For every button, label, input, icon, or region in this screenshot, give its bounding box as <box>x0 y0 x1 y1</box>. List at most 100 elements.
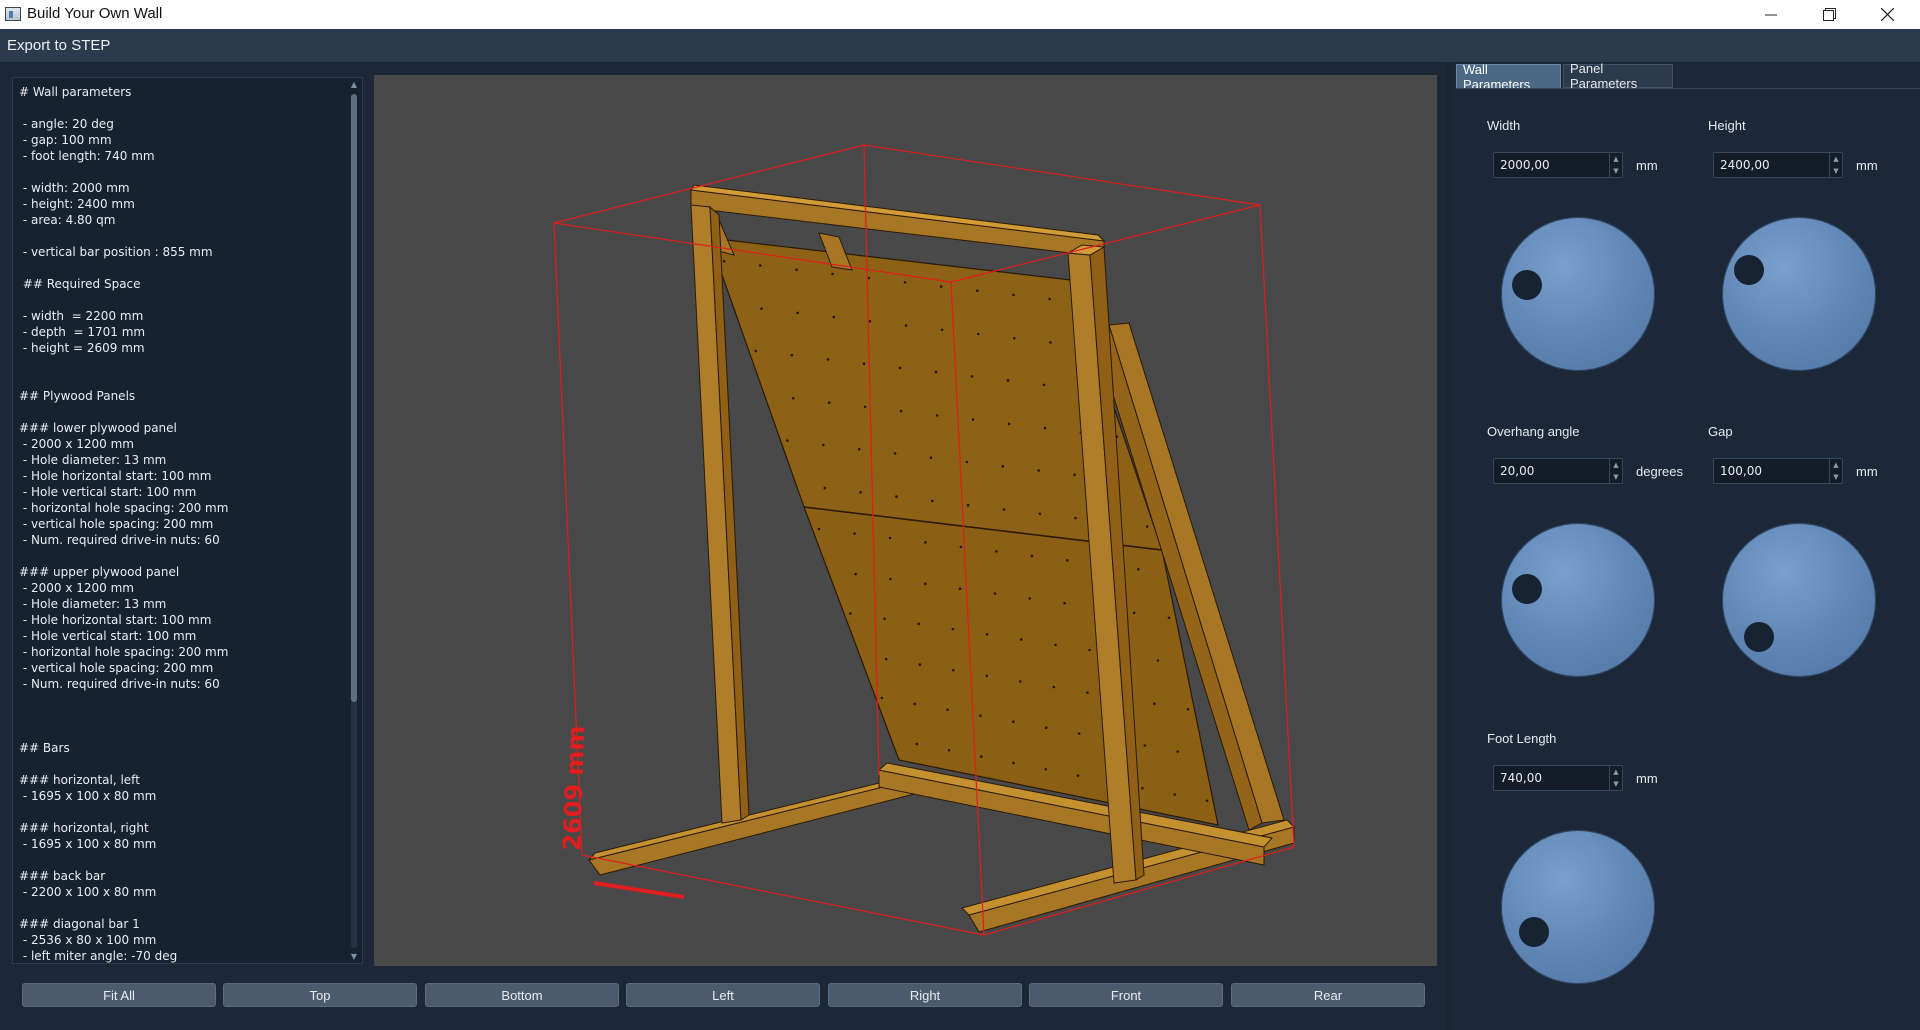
panel-hole <box>1086 691 1089 694</box>
panel-hole <box>831 272 834 276</box>
gap-increment-icon[interactable]: ▲ <box>1830 459 1842 471</box>
panel-hole <box>849 612 852 615</box>
scrollbar-thumb[interactable] <box>351 94 357 702</box>
info-scrollbar[interactable]: ▲ ▼ <box>348 80 360 962</box>
restore-icon[interactable] <box>1800 0 1858 29</box>
foot-length-decrement-icon[interactable]: ▼ <box>1610 778 1622 790</box>
panel-hole <box>1043 426 1047 430</box>
foot-length-dial[interactable] <box>1501 830 1655 984</box>
panel-hole <box>822 443 825 447</box>
info-line <box>19 756 349 772</box>
panel-hole <box>1088 648 1091 652</box>
view-rear-button[interactable]: Rear <box>1231 983 1425 1007</box>
angle-spinbox[interactable]: 20,00 ▲ ▼ <box>1493 458 1623 484</box>
panel-hole <box>1145 525 1149 528</box>
gap-dial-knob[interactable] <box>1744 622 1774 652</box>
panel-hole <box>1156 659 1160 662</box>
angle-dial[interactable] <box>1501 523 1655 677</box>
panel-hole <box>853 532 856 535</box>
angle-decrement-icon[interactable]: ▼ <box>1610 471 1622 483</box>
panel-hole <box>867 276 871 280</box>
panel-hole <box>1044 767 1048 771</box>
tab-wall-parameters[interactable]: Wall Parameters <box>1456 62 1561 92</box>
info-line: - Hole horizontal start: 100 mm <box>19 613 212 627</box>
info-line: ## Bars <box>19 741 70 755</box>
panel-hole <box>1141 786 1144 790</box>
panel-hole <box>1153 702 1156 705</box>
view-right-button[interactable]: Right <box>828 983 1022 1007</box>
left-foot-bar-top <box>587 773 918 861</box>
panel-hole <box>759 264 762 267</box>
scroll-up-icon[interactable]: ▲ <box>348 80 360 90</box>
foot-length-increment-icon[interactable]: ▲ <box>1610 766 1622 778</box>
view-fit-all-button[interactable]: Fit All <box>22 983 216 1007</box>
panel-hole <box>1044 726 1048 729</box>
splitter-handle[interactable] <box>1446 62 1452 1030</box>
panel-hole <box>1205 799 1209 803</box>
info-line: - Hole vertical start: 100 mm <box>19 485 197 499</box>
panel-hole <box>1001 465 1005 468</box>
height-value: 2400,00 <box>1720 158 1770 172</box>
foot-length-dial-knob[interactable] <box>1519 917 1549 947</box>
panel-hole <box>1073 473 1076 477</box>
height-increment-icon[interactable]: ▲ <box>1830 153 1842 165</box>
menu-bar: Export to STEP <box>0 29 1920 62</box>
angle-dial-knob[interactable] <box>1512 574 1542 604</box>
info-text-panel[interactable]: # Wall parameters - angle: 20 deg - gap:… <box>12 77 363 964</box>
panel-hole <box>918 663 922 666</box>
close-icon[interactable] <box>1858 0 1916 29</box>
info-line <box>19 260 349 276</box>
panel-hole <box>884 657 888 661</box>
panel-hole <box>832 315 836 319</box>
width-dial-knob[interactable] <box>1512 270 1542 300</box>
info-line: ### lower plywood panel <box>19 421 177 435</box>
info-line <box>19 372 349 388</box>
width-value: 2000,00 <box>1500 158 1550 172</box>
info-line: - angle: 20 deg <box>19 117 114 131</box>
height-dial-knob[interactable] <box>1734 255 1764 285</box>
panel-hole <box>1030 554 1034 558</box>
angle-increment-icon[interactable]: ▲ <box>1610 459 1622 471</box>
view-front-button[interactable]: Front <box>1029 983 1223 1007</box>
width-decrement-icon[interactable]: ▼ <box>1610 165 1622 177</box>
view-top-button[interactable]: Top <box>223 983 417 1007</box>
width-spinbox[interactable]: 2000,00 ▲ ▼ <box>1493 152 1623 178</box>
width-dial[interactable] <box>1501 217 1655 371</box>
view-bottom-button[interactable]: Bottom <box>425 983 619 1007</box>
panel-hole <box>795 268 798 271</box>
height-dial[interactable] <box>1722 217 1876 371</box>
gap-spinbox[interactable]: 100,00 ▲ ▼ <box>1713 458 1843 484</box>
panel-hole <box>1167 616 1171 620</box>
panel-hole <box>1077 732 1081 735</box>
panel-hole <box>1176 750 1179 753</box>
info-line: - 2200 x 100 x 80 mm <box>19 885 157 899</box>
panel-hole <box>979 714 982 718</box>
foot-length-spinbox[interactable]: 740,00 ▲ ▼ <box>1493 765 1623 791</box>
panel-hole <box>1020 638 1023 641</box>
panel-hole <box>754 349 758 353</box>
info-line <box>19 724 349 740</box>
height-decrement-icon[interactable]: ▼ <box>1830 165 1842 177</box>
panel-hole <box>1007 422 1011 426</box>
width-increment-icon[interactable]: ▲ <box>1610 153 1622 165</box>
panel-hole <box>1076 774 1080 777</box>
angle-unit: degrees <box>1636 464 1683 479</box>
wall-model: 2609 mm <box>553 144 1295 936</box>
info-line <box>19 900 349 916</box>
info-line: # Wall parameters <box>19 85 132 99</box>
gap-decrement-icon[interactable]: ▼ <box>1830 471 1842 483</box>
panel-hole <box>859 491 862 494</box>
tab-panel-parameters[interactable]: Panel Parameters <box>1563 61 1673 91</box>
export-step-menu[interactable]: Export to STEP <box>7 37 110 54</box>
scroll-down-icon[interactable]: ▼ <box>348 952 360 962</box>
info-line: ### back bar <box>19 869 106 883</box>
info-line: - height = 2609 mm <box>19 341 145 355</box>
panel-hole <box>970 375 974 378</box>
panel-hole <box>1048 297 1051 301</box>
gap-dial[interactable] <box>1722 523 1876 677</box>
view-left-button[interactable]: Left <box>626 983 820 1007</box>
3d-viewport[interactable]: 2609 mm <box>374 75 1437 966</box>
minimize-icon[interactable] <box>1742 0 1800 29</box>
panel-hole <box>1038 512 1042 516</box>
height-spinbox[interactable]: 2400,00 ▲ ▼ <box>1713 152 1843 178</box>
